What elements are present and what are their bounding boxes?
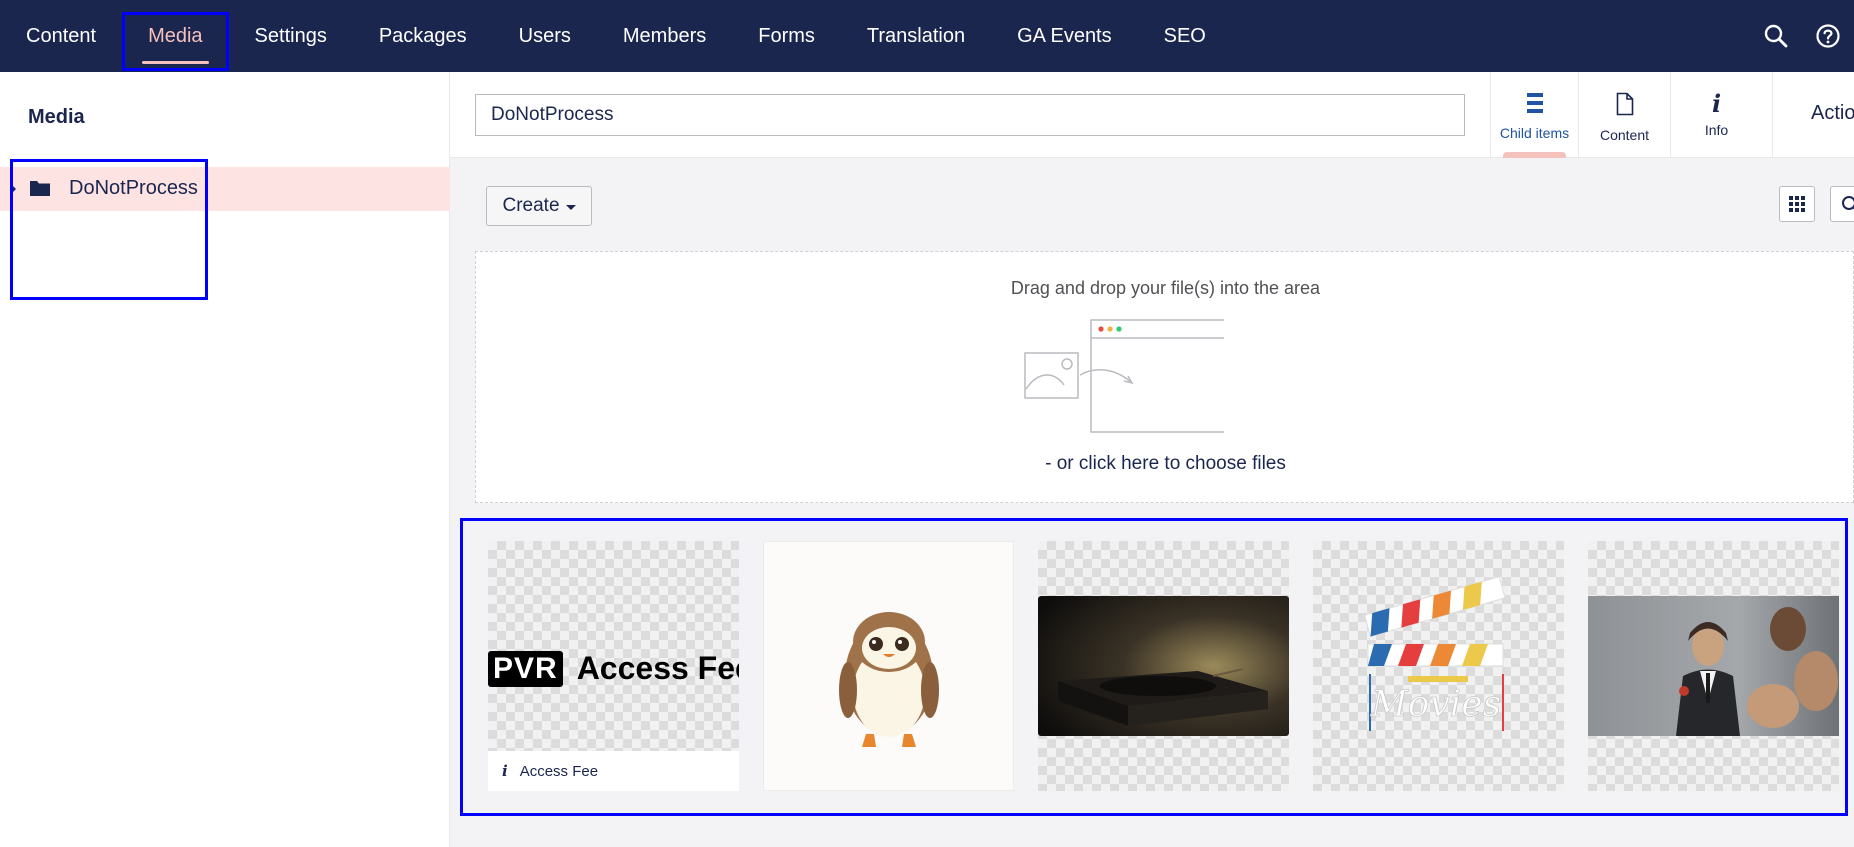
media-item[interactable] — [1038, 541, 1289, 791]
create-button[interactable]: Create — [486, 186, 592, 226]
editor-tabs: Child items Content i Info — [1490, 72, 1762, 158]
media-tree: Media DoNotProcess — [0, 72, 450, 847]
tab-label: Content — [1599, 127, 1650, 143]
actions-menu[interactable]: Actions — [1772, 72, 1854, 158]
top-navigation-bar: Content Media Settings Packages Users Me… — [0, 0, 1854, 72]
media-item[interactable]: Movies — [1313, 541, 1564, 791]
media-item[interactable] — [763, 541, 1014, 791]
nav-item-media[interactable]: Media — [122, 0, 230, 72]
nav-item-label: Packages — [378, 24, 467, 47]
nav-item-label: Media — [148, 24, 203, 47]
tab-content[interactable]: Content — [1578, 72, 1670, 158]
media-item[interactable] — [1588, 541, 1839, 791]
porg-illustration — [839, 612, 939, 747]
tree-item-donotprocess[interactable]: DoNotProcess — [0, 167, 450, 211]
search-icon — [1842, 196, 1854, 210]
nav-item-content[interactable]: Content — [0, 0, 122, 72]
section-nav: Content Media Settings Packages Users Me… — [0, 0, 1232, 72]
upload-illustration — [1024, 319, 1224, 433]
tab-label: Info — [1704, 122, 1729, 138]
nav-item-label: Translation — [866, 24, 966, 47]
search-button[interactable] — [1830, 186, 1854, 222]
nav-item-packages[interactable]: Packages — [353, 0, 493, 72]
tree-title: Media — [28, 106, 85, 128]
dropzone-title: Drag and drop your file(s) into the area — [1010, 278, 1321, 298]
nav-item-members[interactable]: Members — [597, 0, 732, 72]
file-dropzone[interactable]: Drag and drop your file(s) into the area… — [475, 251, 1854, 503]
help-icon[interactable] — [1802, 0, 1854, 72]
nav-item-label: Users — [518, 24, 571, 47]
media-caption-label: Access Fee — [519, 762, 599, 780]
tab-child-items[interactable]: Child items — [1490, 72, 1578, 158]
tab-label: Child items — [1499, 125, 1570, 141]
tree-item-label: DoNotProcess — [69, 177, 198, 199]
nav-item-label: Forms — [758, 24, 815, 47]
nav-item-seo[interactable]: SEO — [1138, 0, 1232, 72]
nav-item-users[interactable]: Users — [493, 0, 597, 72]
pvr-access-fee-logo: PVR Access Fee — [488, 650, 739, 687]
nav-item-label: Content — [26, 24, 97, 47]
actors-collage-photo — [1588, 596, 1839, 736]
movies-clapperboard-logo: Movies — [1363, 576, 1506, 731]
nav-item-label: SEO — [1163, 24, 1206, 47]
editor-header: Child items Content i Info Actions — [450, 72, 1854, 158]
name-input[interactable] — [475, 94, 1465, 136]
media-item[interactable]: PVR Access Fee i Access Fee — [488, 541, 739, 791]
search-icon[interactable] — [1750, 0, 1802, 72]
create-button-label: Create — [502, 195, 560, 216]
nav-item-ga-events[interactable]: GA Events — [991, 0, 1138, 72]
document-icon — [1616, 92, 1634, 121]
logo-box-text: PVR — [488, 650, 563, 687]
turntable-photo — [1038, 596, 1289, 736]
media-editor: Child items Content i Info Actions Creat… — [450, 72, 1854, 847]
nav-item-settings[interactable]: Settings — [229, 0, 353, 72]
info-icon: i — [502, 762, 508, 780]
chevron-down-icon — [565, 204, 576, 210]
list-icon — [1526, 92, 1544, 119]
header-tools — [1750, 0, 1854, 72]
grid-layout-button[interactable] — [1779, 186, 1815, 222]
choose-files-link[interactable]: - or click here to choose files — [476, 453, 1854, 475]
expand-caret-icon[interactable] — [10, 183, 16, 195]
media-caption[interactable]: i Access Fee — [488, 751, 739, 791]
grid-icon — [1789, 196, 1805, 212]
folder-icon — [29, 178, 51, 203]
logo-text: Access Fee — [576, 650, 739, 686]
nav-item-label: GA Events — [1017, 24, 1112, 47]
movies-logo-text: Movies — [1370, 684, 1501, 725]
nav-item-translation[interactable]: Translation — [841, 0, 991, 72]
nav-item-label: Settings — [254, 24, 327, 47]
tab-info[interactable]: i Info — [1670, 72, 1762, 158]
nav-item-forms[interactable]: Forms — [732, 0, 841, 72]
info-icon: i — [1711, 89, 1722, 118]
nav-item-label: Members — [622, 24, 707, 47]
